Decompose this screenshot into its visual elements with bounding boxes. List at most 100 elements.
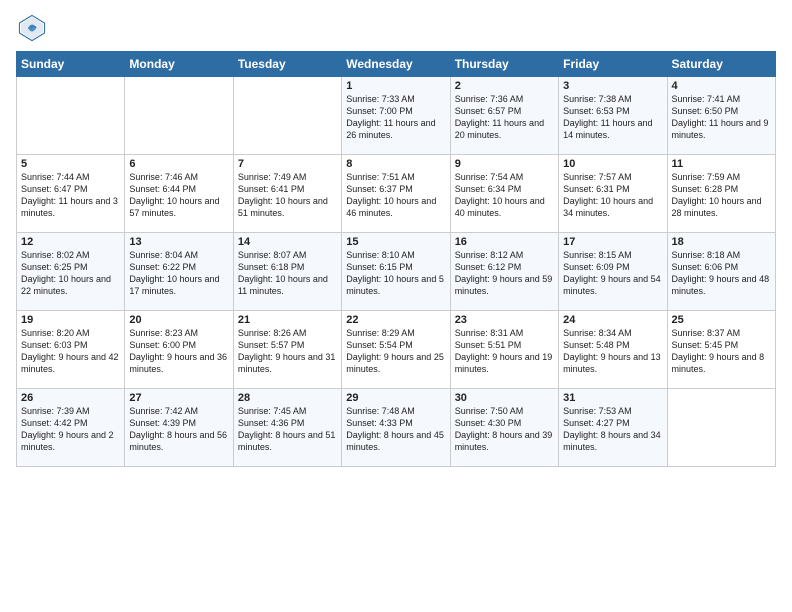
day-info: Sunrise: 7:48 AM Sunset: 4:33 PM Dayligh… bbox=[346, 405, 445, 454]
day-number: 8 bbox=[346, 158, 445, 170]
calendar-cell: 5Sunrise: 7:44 AM Sunset: 6:47 PM Daylig… bbox=[17, 155, 125, 233]
calendar-cell: 22Sunrise: 8:29 AM Sunset: 5:54 PM Dayli… bbox=[342, 311, 450, 389]
calendar-cell: 25Sunrise: 8:37 AM Sunset: 5:45 PM Dayli… bbox=[667, 311, 775, 389]
day-number: 23 bbox=[455, 314, 554, 326]
day-number: 30 bbox=[455, 392, 554, 404]
day-number: 27 bbox=[129, 392, 228, 404]
day-info: Sunrise: 8:10 AM Sunset: 6:15 PM Dayligh… bbox=[346, 249, 445, 298]
day-info: Sunrise: 7:42 AM Sunset: 4:39 PM Dayligh… bbox=[129, 405, 228, 454]
calendar-cell: 26Sunrise: 7:39 AM Sunset: 4:42 PM Dayli… bbox=[17, 389, 125, 467]
day-number: 12 bbox=[21, 236, 120, 248]
calendar-cell: 8Sunrise: 7:51 AM Sunset: 6:37 PM Daylig… bbox=[342, 155, 450, 233]
weekday-thursday: Thursday bbox=[450, 52, 558, 77]
day-info: Sunrise: 8:26 AM Sunset: 5:57 PM Dayligh… bbox=[238, 327, 337, 376]
calendar-cell: 30Sunrise: 7:50 AM Sunset: 4:30 PM Dayli… bbox=[450, 389, 558, 467]
calendar-cell: 18Sunrise: 8:18 AM Sunset: 6:06 PM Dayli… bbox=[667, 233, 775, 311]
calendar-cell: 6Sunrise: 7:46 AM Sunset: 6:44 PM Daylig… bbox=[125, 155, 233, 233]
day-number: 11 bbox=[672, 158, 771, 170]
weekday-saturday: Saturday bbox=[667, 52, 775, 77]
day-info: Sunrise: 8:29 AM Sunset: 5:54 PM Dayligh… bbox=[346, 327, 445, 376]
logo bbox=[16, 14, 46, 47]
calendar-cell: 11Sunrise: 7:59 AM Sunset: 6:28 PM Dayli… bbox=[667, 155, 775, 233]
calendar-cell: 15Sunrise: 8:10 AM Sunset: 6:15 PM Dayli… bbox=[342, 233, 450, 311]
day-info: Sunrise: 8:37 AM Sunset: 5:45 PM Dayligh… bbox=[672, 327, 771, 376]
calendar-cell: 17Sunrise: 8:15 AM Sunset: 6:09 PM Dayli… bbox=[559, 233, 667, 311]
day-number: 19 bbox=[21, 314, 120, 326]
calendar-cell: 4Sunrise: 7:41 AM Sunset: 6:50 PM Daylig… bbox=[667, 77, 775, 155]
day-number: 4 bbox=[672, 80, 771, 92]
week-row-5: 26Sunrise: 7:39 AM Sunset: 4:42 PM Dayli… bbox=[17, 389, 776, 467]
day-number: 17 bbox=[563, 236, 662, 248]
day-info: Sunrise: 7:53 AM Sunset: 4:27 PM Dayligh… bbox=[563, 405, 662, 454]
day-number: 14 bbox=[238, 236, 337, 248]
day-number: 13 bbox=[129, 236, 228, 248]
week-row-3: 12Sunrise: 8:02 AM Sunset: 6:25 PM Dayli… bbox=[17, 233, 776, 311]
day-info: Sunrise: 7:57 AM Sunset: 6:31 PM Dayligh… bbox=[563, 171, 662, 220]
calendar-cell: 16Sunrise: 8:12 AM Sunset: 6:12 PM Dayli… bbox=[450, 233, 558, 311]
day-info: Sunrise: 8:20 AM Sunset: 6:03 PM Dayligh… bbox=[21, 327, 120, 376]
page-container: SundayMondayTuesdayWednesdayThursdayFrid… bbox=[0, 0, 792, 475]
day-number: 10 bbox=[563, 158, 662, 170]
day-info: Sunrise: 8:15 AM Sunset: 6:09 PM Dayligh… bbox=[563, 249, 662, 298]
day-number: 5 bbox=[21, 158, 120, 170]
day-info: Sunrise: 7:45 AM Sunset: 4:36 PM Dayligh… bbox=[238, 405, 337, 454]
calendar-cell: 2Sunrise: 7:36 AM Sunset: 6:57 PM Daylig… bbox=[450, 77, 558, 155]
day-number: 3 bbox=[563, 80, 662, 92]
calendar-cell: 20Sunrise: 8:23 AM Sunset: 6:00 PM Dayli… bbox=[125, 311, 233, 389]
calendar-table: SundayMondayTuesdayWednesdayThursdayFrid… bbox=[16, 51, 776, 467]
day-number: 7 bbox=[238, 158, 337, 170]
day-info: Sunrise: 7:54 AM Sunset: 6:34 PM Dayligh… bbox=[455, 171, 554, 220]
day-info: Sunrise: 8:02 AM Sunset: 6:25 PM Dayligh… bbox=[21, 249, 120, 298]
calendar-cell: 19Sunrise: 8:20 AM Sunset: 6:03 PM Dayli… bbox=[17, 311, 125, 389]
weekday-monday: Monday bbox=[125, 52, 233, 77]
day-number: 26 bbox=[21, 392, 120, 404]
day-info: Sunrise: 7:50 AM Sunset: 4:30 PM Dayligh… bbox=[455, 405, 554, 454]
calendar-cell: 21Sunrise: 8:26 AM Sunset: 5:57 PM Dayli… bbox=[233, 311, 341, 389]
day-number: 20 bbox=[129, 314, 228, 326]
day-number: 15 bbox=[346, 236, 445, 248]
calendar-cell: 10Sunrise: 7:57 AM Sunset: 6:31 PM Dayli… bbox=[559, 155, 667, 233]
calendar-cell: 29Sunrise: 7:48 AM Sunset: 4:33 PM Dayli… bbox=[342, 389, 450, 467]
day-info: Sunrise: 8:23 AM Sunset: 6:00 PM Dayligh… bbox=[129, 327, 228, 376]
calendar-cell: 14Sunrise: 8:07 AM Sunset: 6:18 PM Dayli… bbox=[233, 233, 341, 311]
calendar-cell: 23Sunrise: 8:31 AM Sunset: 5:51 PM Dayli… bbox=[450, 311, 558, 389]
day-info: Sunrise: 7:44 AM Sunset: 6:47 PM Dayligh… bbox=[21, 171, 120, 220]
calendar-cell: 9Sunrise: 7:54 AM Sunset: 6:34 PM Daylig… bbox=[450, 155, 558, 233]
calendar-cell: 28Sunrise: 7:45 AM Sunset: 4:36 PM Dayli… bbox=[233, 389, 341, 467]
day-number: 29 bbox=[346, 392, 445, 404]
day-info: Sunrise: 7:33 AM Sunset: 7:00 PM Dayligh… bbox=[346, 93, 445, 142]
calendar-cell: 3Sunrise: 7:38 AM Sunset: 6:53 PM Daylig… bbox=[559, 77, 667, 155]
calendar-cell bbox=[17, 77, 125, 155]
week-row-1: 1Sunrise: 7:33 AM Sunset: 7:00 PM Daylig… bbox=[17, 77, 776, 155]
week-row-2: 5Sunrise: 7:44 AM Sunset: 6:47 PM Daylig… bbox=[17, 155, 776, 233]
day-info: Sunrise: 7:46 AM Sunset: 6:44 PM Dayligh… bbox=[129, 171, 228, 220]
calendar-cell: 27Sunrise: 7:42 AM Sunset: 4:39 PM Dayli… bbox=[125, 389, 233, 467]
day-number: 6 bbox=[129, 158, 228, 170]
day-number: 18 bbox=[672, 236, 771, 248]
calendar-cell: 12Sunrise: 8:02 AM Sunset: 6:25 PM Dayli… bbox=[17, 233, 125, 311]
day-number: 24 bbox=[563, 314, 662, 326]
day-info: Sunrise: 8:07 AM Sunset: 6:18 PM Dayligh… bbox=[238, 249, 337, 298]
day-number: 16 bbox=[455, 236, 554, 248]
day-info: Sunrise: 7:59 AM Sunset: 6:28 PM Dayligh… bbox=[672, 171, 771, 220]
weekday-sunday: Sunday bbox=[17, 52, 125, 77]
weekday-wednesday: Wednesday bbox=[342, 52, 450, 77]
day-info: Sunrise: 8:12 AM Sunset: 6:12 PM Dayligh… bbox=[455, 249, 554, 298]
day-number: 31 bbox=[563, 392, 662, 404]
logo-icon bbox=[18, 14, 46, 42]
day-info: Sunrise: 8:34 AM Sunset: 5:48 PM Dayligh… bbox=[563, 327, 662, 376]
day-info: Sunrise: 8:18 AM Sunset: 6:06 PM Dayligh… bbox=[672, 249, 771, 298]
day-info: Sunrise: 8:31 AM Sunset: 5:51 PM Dayligh… bbox=[455, 327, 554, 376]
day-info: Sunrise: 7:51 AM Sunset: 6:37 PM Dayligh… bbox=[346, 171, 445, 220]
calendar-cell bbox=[667, 389, 775, 467]
day-number: 25 bbox=[672, 314, 771, 326]
day-number: 2 bbox=[455, 80, 554, 92]
calendar-cell bbox=[125, 77, 233, 155]
calendar-cell: 24Sunrise: 8:34 AM Sunset: 5:48 PM Dayli… bbox=[559, 311, 667, 389]
day-info: Sunrise: 7:49 AM Sunset: 6:41 PM Dayligh… bbox=[238, 171, 337, 220]
day-info: Sunrise: 7:41 AM Sunset: 6:50 PM Dayligh… bbox=[672, 93, 771, 142]
day-info: Sunrise: 7:38 AM Sunset: 6:53 PM Dayligh… bbox=[563, 93, 662, 142]
day-info: Sunrise: 7:36 AM Sunset: 6:57 PM Dayligh… bbox=[455, 93, 554, 142]
calendar-cell bbox=[233, 77, 341, 155]
day-number: 1 bbox=[346, 80, 445, 92]
